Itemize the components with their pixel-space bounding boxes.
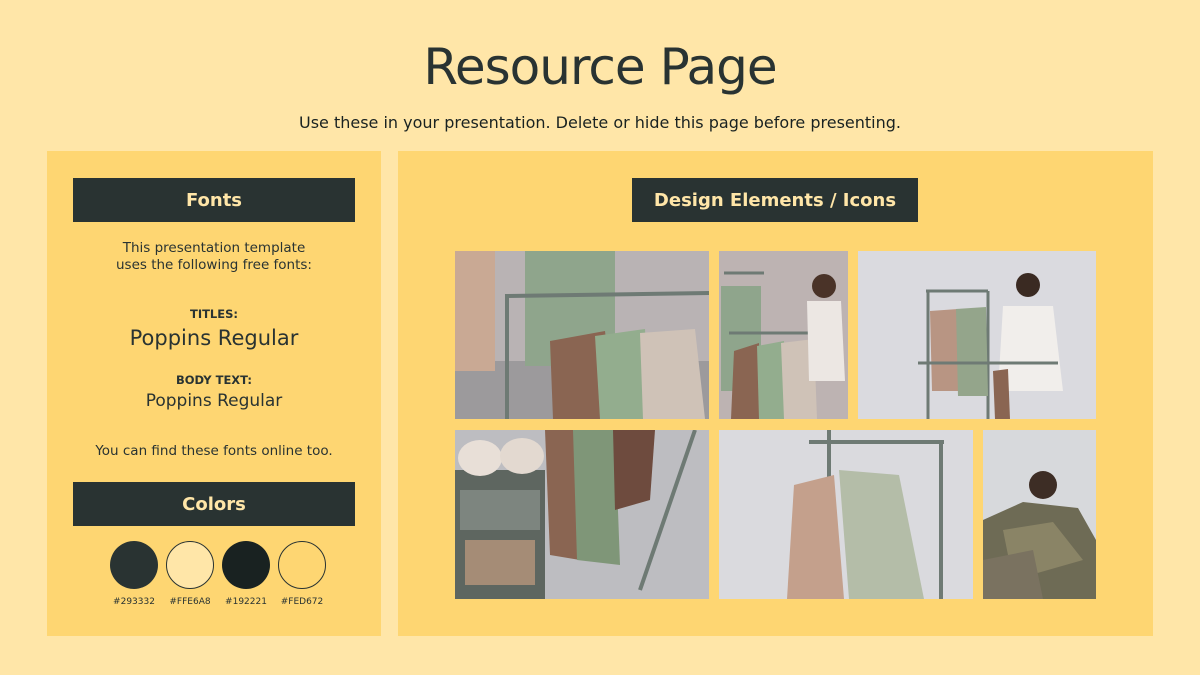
photo-clothing-rack-shirts [455, 251, 709, 419]
color-swatch: #192221 [222, 541, 270, 607]
find-fonts-note: You can find these fonts online too. [95, 443, 333, 459]
titles-font-name: Poppins Regular [129, 326, 299, 350]
swatch-hex-label: #192221 [225, 597, 267, 607]
fonts-intro-line2: uses the following free fonts: [115, 257, 312, 273]
swatch-hex-label: #FED672 [280, 597, 324, 607]
color-swatch: #FED672 [278, 541, 326, 607]
photo-man-white-hoodie [858, 251, 1096, 419]
design-elements-panel: Design Elements / Icons [398, 151, 1153, 636]
color-swatch: #FFE6A8 [166, 541, 214, 607]
swatch-circle [110, 541, 158, 589]
fonts-header: Fonts [73, 178, 355, 222]
color-swatches: #293332 #FFE6A8 #192221 #FED672 [110, 541, 330, 607]
photo-hoodies-rack [719, 430, 973, 599]
swatch-circle [166, 541, 214, 589]
titles-label: TITLES: [189, 307, 239, 321]
fonts-intro-line1: This presentation template [122, 240, 306, 256]
swatch-hex-label: #FFE6A8 [169, 597, 211, 607]
fonts-colors-panel: Fonts This presentation template uses th… [47, 151, 381, 636]
photo-woman-browsing-rack [719, 251, 848, 419]
color-swatch: #293332 [110, 541, 158, 607]
page-title: Resource Page [423, 38, 777, 96]
photo-slippers-shelf [455, 430, 709, 599]
colors-header: Colors [73, 482, 355, 526]
swatch-circle [222, 541, 270, 589]
swatch-circle [278, 541, 326, 589]
design-elements-header: Design Elements / Icons [632, 178, 918, 222]
fonts-intro: This presentation template uses the foll… [47, 240, 381, 274]
body-text-label: BODY TEXT: [176, 373, 252, 387]
page-subtitle: Use these in your presentation. Delete o… [298, 113, 901, 132]
photo-woman-clothes-pile [983, 430, 1096, 599]
swatch-hex-label: #293332 [113, 597, 155, 607]
body-font-name: Poppins Regular [145, 391, 283, 411]
